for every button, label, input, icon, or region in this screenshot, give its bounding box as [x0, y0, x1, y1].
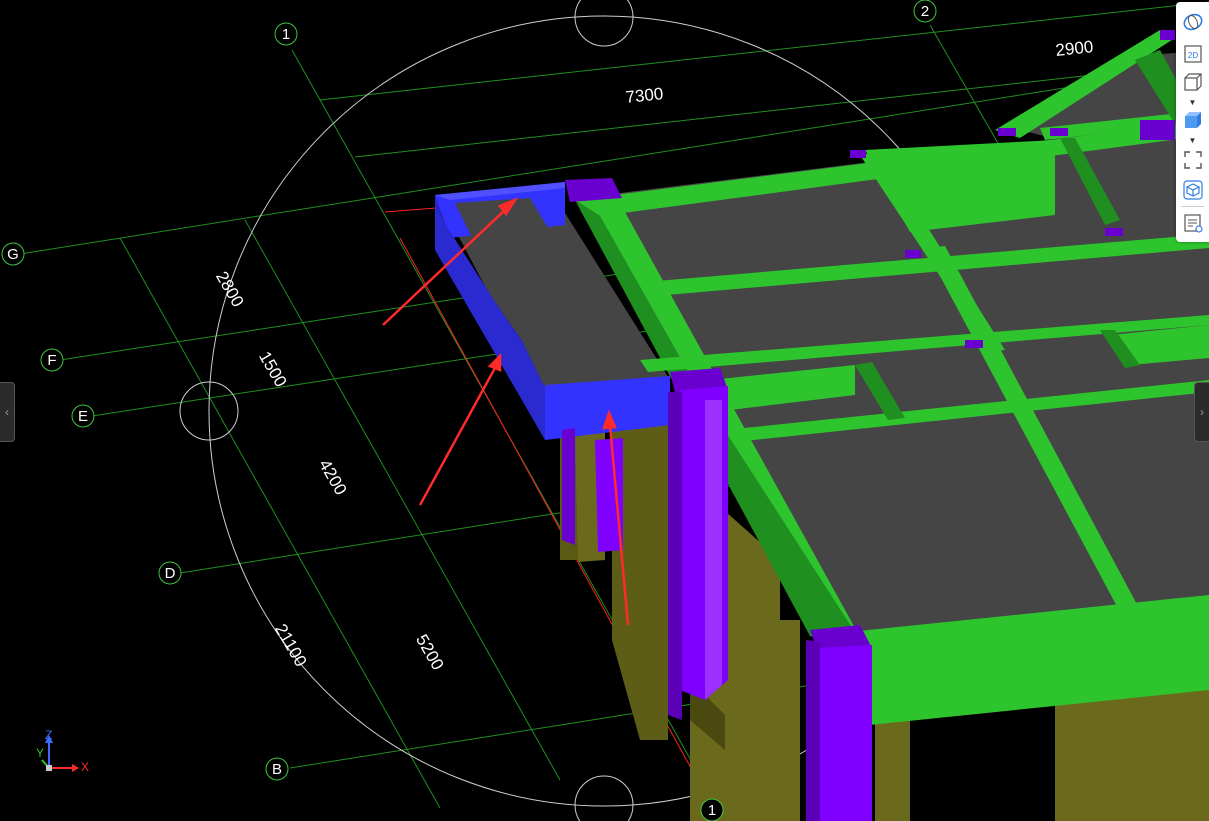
toolbar-divider — [1181, 206, 1204, 207]
dim-top-span: 7300 — [625, 84, 665, 107]
axis-label-2: 2 — [921, 3, 929, 20]
properties-list-icon[interactable] — [1180, 211, 1205, 235]
triad-y-label: Y — [36, 746, 45, 760]
chevron-down-icon[interactable]: ▼ — [1188, 136, 1197, 145]
dim-left-g-f: 2800 — [212, 268, 247, 310]
chevron-down-icon[interactable]: ▼ — [1188, 98, 1197, 107]
axis-label-b: B — [272, 761, 282, 778]
view-2d-label: 2D — [1187, 51, 1197, 60]
fit-view-icon[interactable] — [1180, 148, 1205, 172]
orbit-icon[interactable] — [1180, 10, 1205, 34]
dim-left-f-e: 1500 — [255, 348, 290, 390]
axis-label-1: 1 — [282, 26, 290, 43]
solid-cube-icon[interactable] — [1180, 108, 1205, 132]
triad-z-label: Z — [45, 728, 53, 742]
axis-label-f: F — [47, 352, 56, 369]
dim-left-e-d: 4200 — [315, 456, 350, 498]
view-toolbar: 2D ▼ ▼ — [1176, 2, 1209, 242]
dim-left-d-b: 5200 — [412, 631, 447, 673]
3d-viewport[interactable]: 1 2 G F E D B 1 7300 2900 2800 1500 4200… — [0, 0, 1209, 821]
wireframe-cube-icon[interactable] — [1180, 70, 1205, 94]
view-2d-icon[interactable]: 2D — [1180, 42, 1205, 66]
axis-label-1-bottom: 1 — [708, 802, 716, 819]
axis-label-e: E — [78, 408, 88, 425]
axis-label-d: D — [165, 565, 176, 582]
axis-label-g: G — [7, 246, 19, 263]
dim-left-total: 21100 — [271, 621, 310, 670]
triad-x-label: X — [81, 760, 90, 774]
right-panel-handle[interactable]: › — [1194, 382, 1209, 442]
dim-top-right-span: 2900 — [1055, 37, 1095, 60]
left-panel-handle[interactable]: ‹ — [0, 382, 15, 442]
axis-triad: Z Y X — [34, 728, 94, 782]
view-cube-icon[interactable] — [1180, 178, 1205, 202]
